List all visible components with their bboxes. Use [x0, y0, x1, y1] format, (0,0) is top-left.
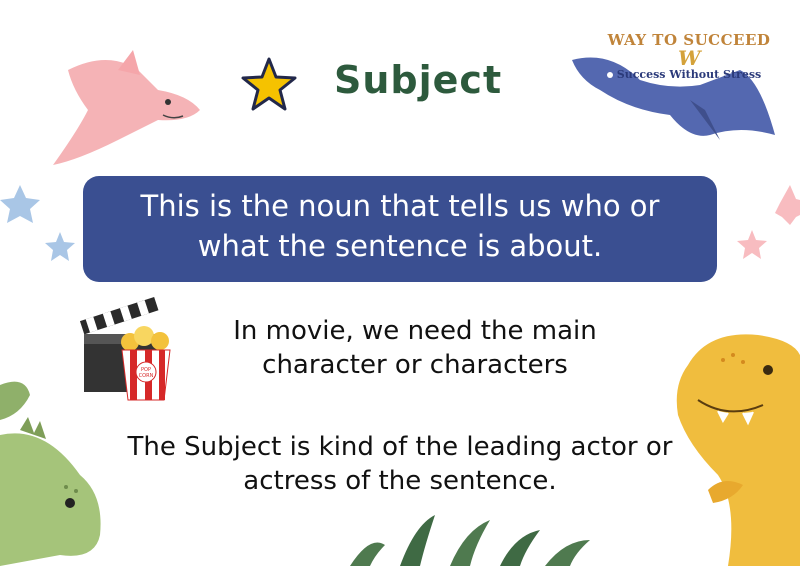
- brand-logo: WAY TO SUCCEED W Success Without Stress: [598, 28, 780, 86]
- definition-line-2: what the sentence is about.: [197, 229, 603, 263]
- blue-stars: [0, 185, 75, 261]
- grass-leaves: [350, 515, 590, 566]
- movie-line-2: character or characters: [262, 350, 568, 380]
- logo-tagline: Success Without Stress: [616, 68, 762, 81]
- actor-line-2: actress of the sentence.: [243, 466, 557, 496]
- star-icon: [241, 57, 297, 111]
- popcorn-bucket: [121, 326, 171, 401]
- movie-line-1: In movie, we need the main: [233, 316, 597, 346]
- pink-stars: [737, 185, 800, 259]
- definition-line-1: This is the noun that tells us who or: [140, 189, 660, 223]
- movie-text: In movie, we need the main character or …: [200, 314, 630, 382]
- definition-text: This is the noun that tells us who or wh…: [83, 186, 717, 266]
- page-title: Subject: [334, 58, 503, 102]
- pink-pterodactyl: [53, 50, 200, 165]
- popcorn-label: POP CORN: [138, 367, 154, 379]
- green-dinosaur: [0, 381, 101, 566]
- popcorn-icon: POP CORN: [118, 326, 174, 402]
- actor-line-1: The Subject is kind of the leading actor…: [127, 432, 673, 462]
- logo-mark: W: [678, 46, 701, 70]
- yellow-dinosaur: [676, 334, 800, 566]
- actor-text: The Subject is kind of the leading actor…: [40, 430, 760, 498]
